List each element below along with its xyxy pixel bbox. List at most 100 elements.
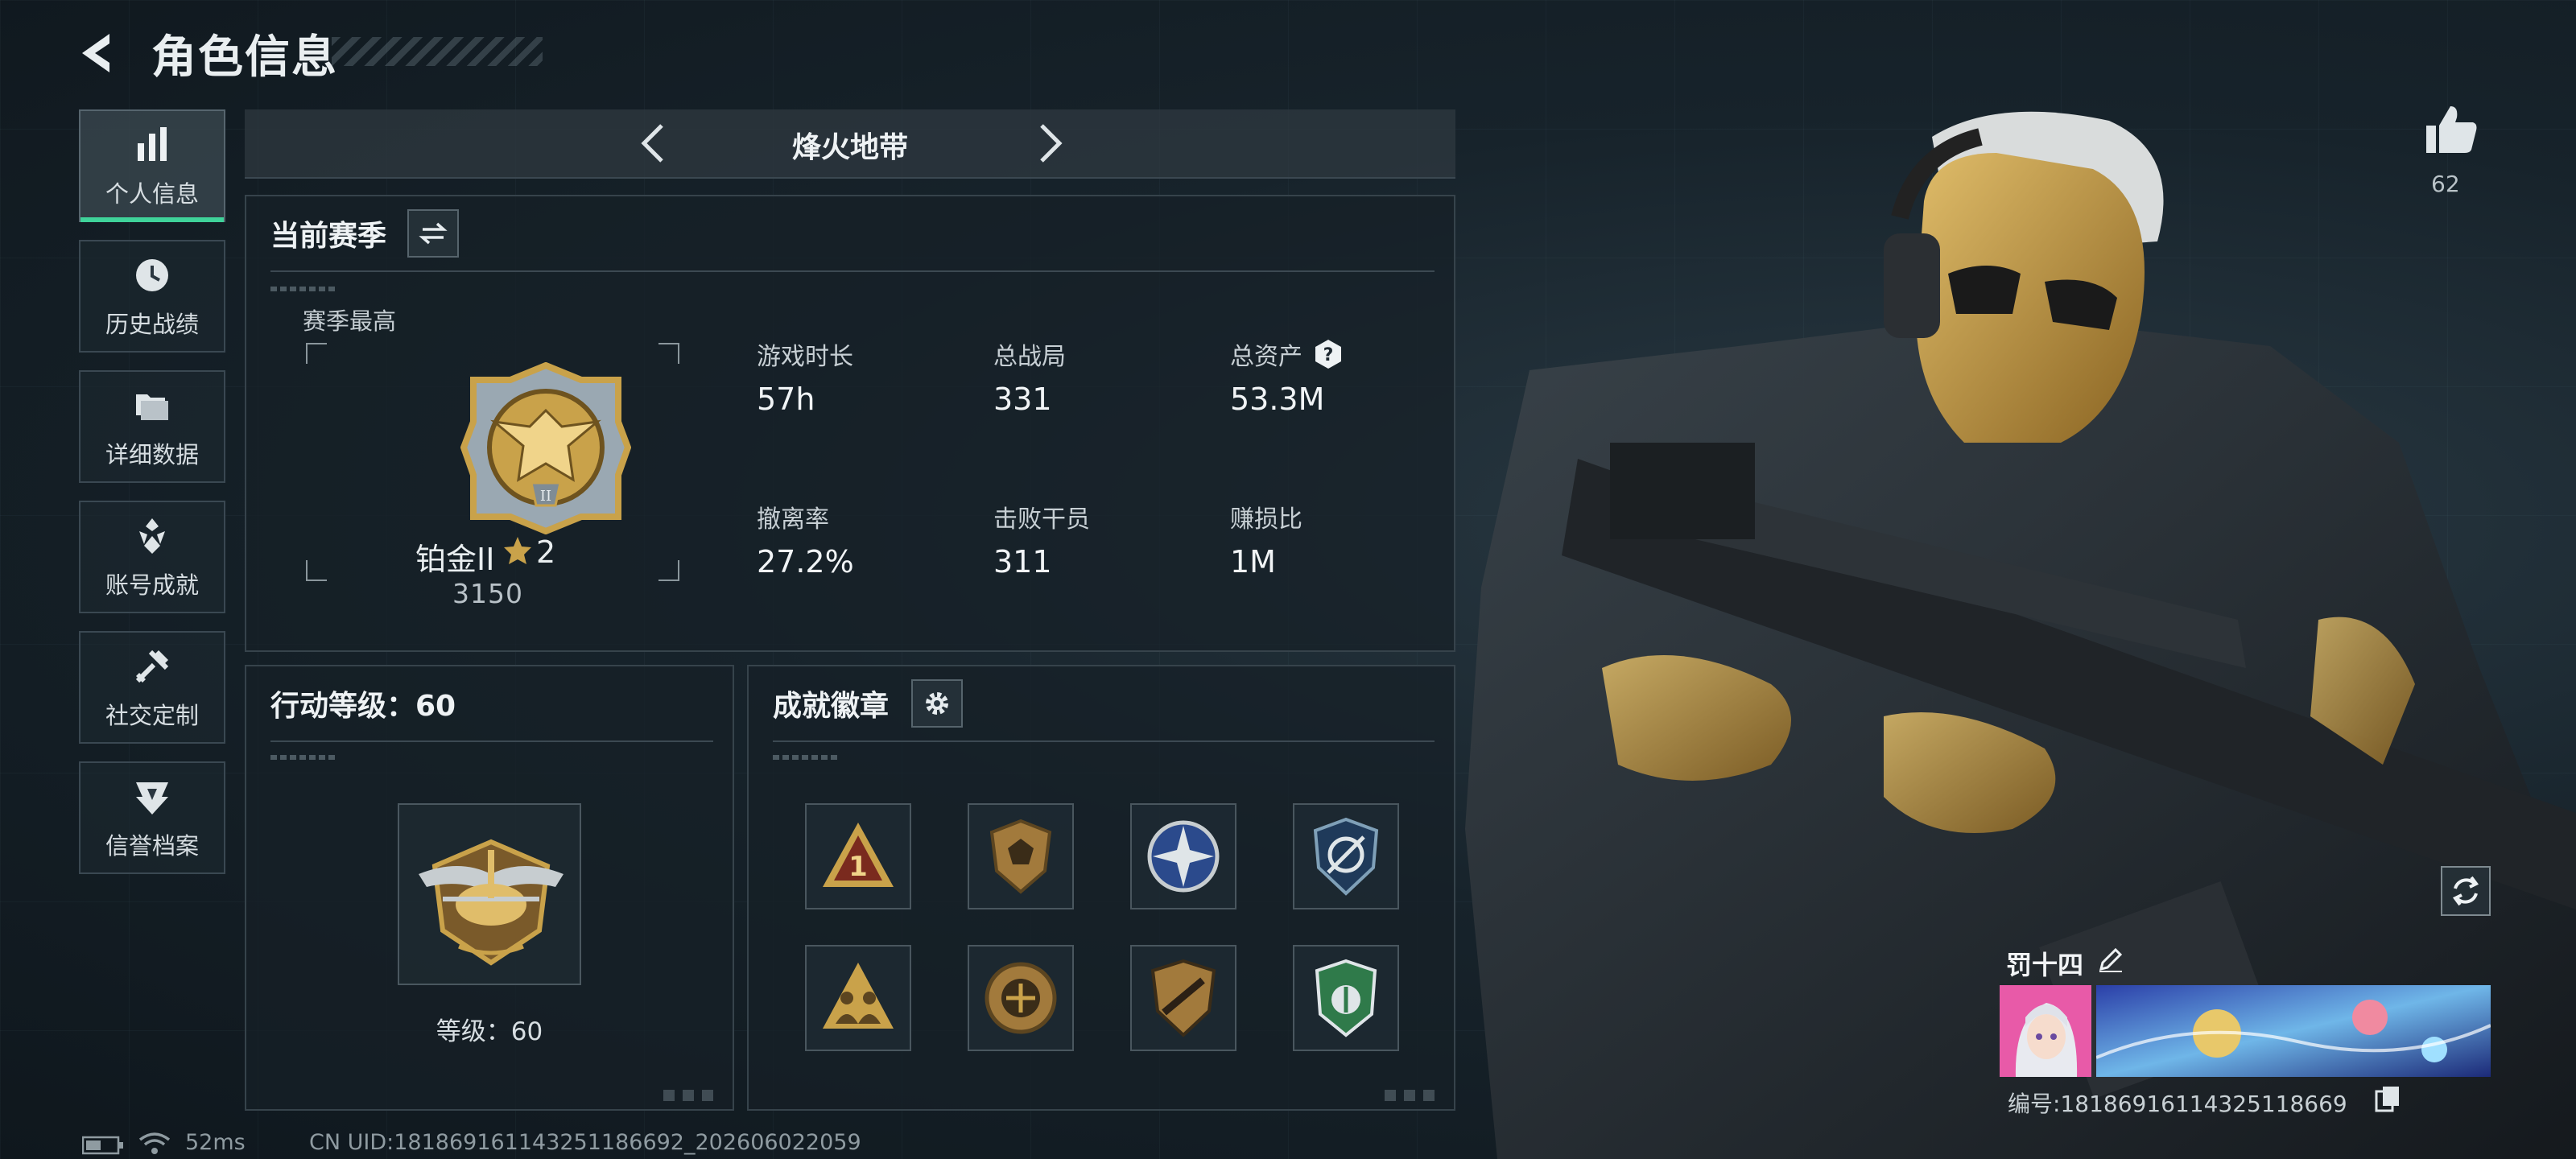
platinum-rank-emblem-icon: II: [460, 362, 631, 534]
corner-marks: [663, 1090, 720, 1101]
divider: [270, 270, 1435, 272]
stat-value: 1M: [1230, 544, 1276, 580]
folders-icon: [136, 394, 168, 420]
star-icon: [504, 537, 531, 564]
stat-operators-defeated: 击败干员 311: [993, 501, 1090, 580]
badge-slot[interactable]: [968, 803, 1074, 909]
stat-label-row: 总资产 ?: [1230, 338, 1344, 371]
divider: [270, 740, 713, 742]
nav-label: 社交定制: [105, 702, 199, 729]
swap-arrows-icon: [419, 222, 448, 245]
svg-text:II: II: [540, 488, 551, 505]
triangle-one-badge-icon: 1: [823, 823, 894, 887]
season-best-label: 赛季最高: [303, 307, 397, 335]
question-mark-icon[interactable]: ?: [1312, 338, 1344, 370]
nav-label: 历史战绩: [105, 311, 199, 338]
stat-label: 总资产: [1230, 343, 1302, 371]
nav-label: 个人信息: [105, 180, 199, 208]
badge-settings-button[interactable]: [911, 679, 963, 728]
stat-label: 赚损比: [1230, 505, 1302, 534]
stat-value: 57h: [757, 382, 815, 417]
bronze-shield-badge-icon: [989, 819, 1052, 894]
helicopter-level-emblem-icon: [419, 839, 564, 966]
nav-item-reputation[interactable]: 信誉档案: [79, 761, 225, 874]
divider-ticks: [270, 755, 338, 760]
stat-label: 总战局: [993, 343, 1066, 371]
triangle-squad-badge-icon: [823, 963, 894, 1029]
back-arrow-icon[interactable]: [74, 27, 126, 79]
svg-text:1: 1: [848, 851, 868, 883]
player-name: 罚十四: [2006, 950, 2084, 980]
level-caption: 等级：60: [436, 1017, 543, 1046]
anime-avatar-icon[interactable]: [2000, 985, 2091, 1077]
achievement-icon: [139, 518, 165, 554]
badge-slot[interactable]: [1293, 945, 1399, 1051]
switch-season-button[interactable]: [407, 209, 459, 258]
badges-title: 成就徽章: [773, 690, 890, 723]
nav-label: 详细数据: [105, 441, 199, 468]
stat-profit-loss-ratio: 赚损比 1M: [1230, 501, 1302, 580]
like-count: 62: [2431, 171, 2460, 197]
edit-pencil-icon[interactable]: [2096, 945, 2125, 974]
divider-ticks: [773, 755, 840, 760]
badge-slot[interactable]: [1130, 945, 1236, 1051]
ping-value: 52ms: [185, 1130, 246, 1155]
blue-crest-badge-icon: [1313, 817, 1379, 896]
chevron-right-icon[interactable]: [1024, 119, 1072, 167]
refresh-button[interactable]: [2441, 866, 2491, 916]
battery-icon: [82, 1136, 123, 1155]
player-id: 编号:18186916114325118669: [2008, 1091, 2347, 1117]
stat-total-matches: 总战局 331: [993, 338, 1066, 417]
title-decoration: [332, 37, 543, 66]
badge-slot[interactable]: [1293, 803, 1399, 909]
season-title: 当前赛季: [270, 220, 387, 253]
stat-play-time: 游戏时长 57h: [757, 338, 853, 417]
stat-total-assets: 总资产 ? 53.3M: [1230, 338, 1344, 417]
rank-stars-count: 2: [536, 534, 556, 570]
nav-item-detailed-data[interactable]: 详细数据: [79, 370, 225, 483]
level-title: 行动等级：60: [270, 690, 456, 723]
divider-ticks: [270, 287, 338, 291]
nav-item-history[interactable]: 历史战绩: [79, 240, 225, 353]
page-title: 角色信息: [151, 31, 338, 84]
mode-title: 烽火地带: [791, 131, 908, 164]
gear-icon: [926, 692, 948, 715]
action-level-panel: 行动等级：60 等级：60: [245, 665, 734, 1111]
nav-item-personal-info[interactable]: 个人信息: [79, 109, 225, 222]
badge-slot[interactable]: [1130, 803, 1236, 909]
badge-slot[interactable]: 1: [805, 803, 911, 909]
bar-chart-icon: [138, 127, 167, 161]
mode-tab-bar: 烽火地带: [245, 109, 1455, 179]
tools-icon: [135, 650, 169, 683]
stat-value: 27.2%: [757, 544, 854, 580]
stat-value: 331: [993, 382, 1052, 417]
green-shield-badge-icon: [1315, 959, 1377, 1037]
clock-history-icon: [136, 259, 168, 291]
uid-text: CN UID:181869161143251186692_20260602205…: [309, 1130, 861, 1155]
refresh-icon: [2452, 876, 2479, 906]
wifi-icon: [138, 1132, 171, 1154]
corner-marks: [1385, 1090, 1441, 1101]
svg-text:?: ?: [1323, 345, 1334, 365]
season-panel: 当前赛季 赛季最高 II 铂金II 2 3150 游戏时长 57h 总战局 33…: [245, 195, 1455, 652]
copy-icon[interactable]: [2375, 1085, 2401, 1112]
badge-slot[interactable]: [805, 945, 911, 1051]
round-emblem-badge-icon: [985, 962, 1057, 1034]
rank-score: 3150: [452, 578, 523, 609]
nav-item-account-achievements[interactable]: 账号成就: [79, 501, 225, 613]
thumbs-up-icon[interactable]: [2423, 103, 2479, 156]
nav-label: 信誉档案: [105, 832, 199, 860]
nav-label: 账号成就: [105, 571, 199, 599]
stat-value: 53.3M: [1230, 382, 1325, 417]
stat-extraction-rate: 撤离率 27.2%: [757, 501, 854, 580]
stat-label: 击败干员: [993, 505, 1090, 534]
shield-badge-icon: [136, 782, 168, 815]
nav-item-social-custom[interactable]: 社交定制: [79, 631, 225, 744]
stat-value: 311: [993, 544, 1052, 580]
rank-name: 铂金II: [415, 542, 495, 577]
blue-compass-badge-icon: [1147, 820, 1220, 893]
rifle-shield-badge-icon: [1150, 959, 1216, 1037]
badge-slot[interactable]: [968, 945, 1074, 1051]
achievement-badges-panel: 成就徽章 1: [747, 665, 1455, 1111]
space-banner-icon[interactable]: [2096, 985, 2491, 1077]
